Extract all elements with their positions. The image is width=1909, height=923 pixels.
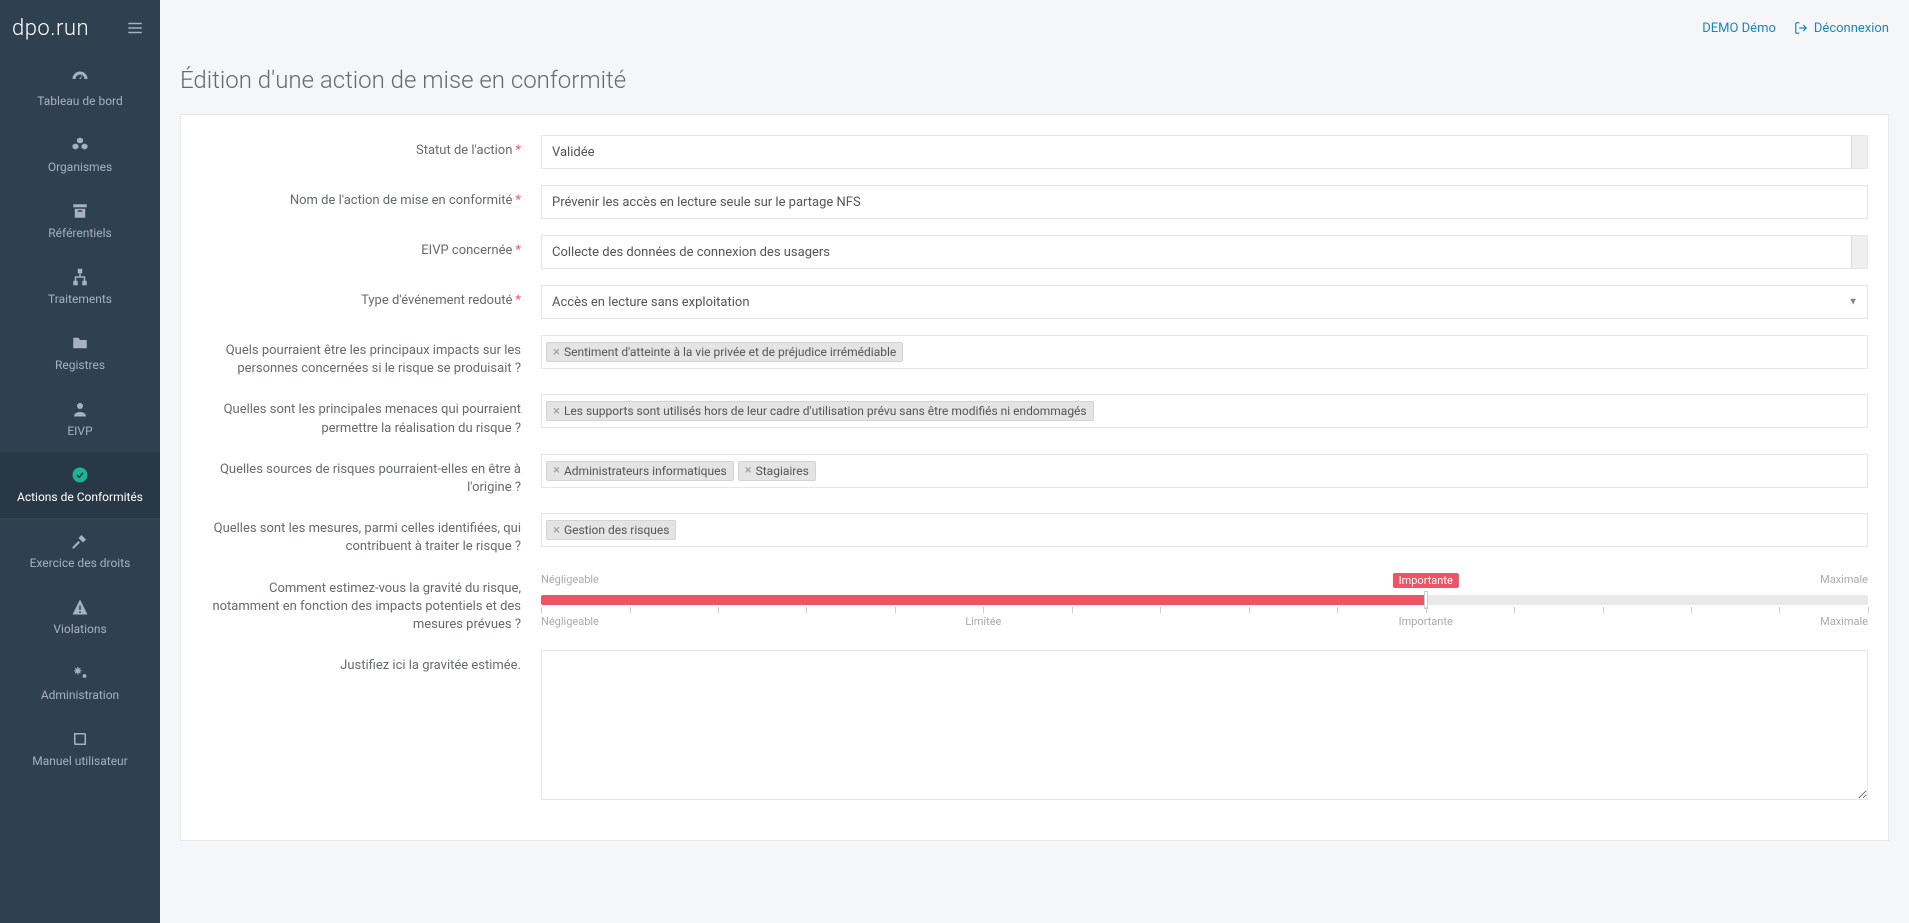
label-name: Nom de l'action de mise en conformité* (201, 185, 541, 210)
sidebar-item-violations[interactable]: Violations (0, 584, 160, 650)
nav-label: Organismes (48, 160, 112, 174)
content: Statut de l'action* Validée Nom de l'act… (160, 114, 1909, 923)
label-justify: Justifiez ici la gravitée estimée. (201, 650, 541, 675)
nav-label: Administration (41, 688, 119, 702)
label-impacts: Quels pourraient être les principaux imp… (201, 335, 541, 378)
main: DEMO Démo Déconnexion Édition d'une acti… (160, 0, 1909, 923)
eivp-select[interactable]: Collecte des données de connexion des us… (541, 235, 1868, 269)
row-threats: Quelles sont les principales menaces qui… (201, 394, 1868, 437)
sidebar: dpo.run Tableau de bord Organismes Référ… (0, 0, 160, 923)
sidebar-item-administration[interactable]: Administration (0, 650, 160, 716)
logout-link[interactable]: Déconnexion (1794, 21, 1889, 36)
book-icon (71, 730, 89, 748)
row-severity: Comment estimez-vous la gravité du risqu… (201, 573, 1868, 635)
sidebar-item-traitements[interactable]: Traitements (0, 254, 160, 320)
nav-label: Actions de Conformités (17, 490, 143, 504)
sources-tag-input[interactable]: ×Administrateurs informatiques ×Stagiair… (541, 454, 1868, 488)
measures-tag-input[interactable]: ×Gestion des risques (541, 513, 1868, 547)
event-type-value: Accès en lecture sans exploitation (552, 295, 750, 310)
label-threats: Quelles sont les principales menaces qui… (201, 394, 541, 437)
menu-toggle-button[interactable] (122, 15, 148, 41)
event-type-select[interactable]: Accès en lecture sans exploitation (541, 285, 1868, 319)
tag-remove[interactable]: × (745, 464, 752, 477)
user-link[interactable]: DEMO Démo (1702, 21, 1776, 36)
label-event-type: Type d'événement redouté* (201, 285, 541, 310)
sidebar-item-exercice-droits[interactable]: Exercice des droits (0, 518, 160, 584)
row-eivp: EIVP concernée* Collecte des données de … (201, 235, 1868, 269)
tag-remove[interactable]: × (553, 464, 560, 477)
sidebar-item-organismes[interactable]: Organismes (0, 122, 160, 188)
form-panel: Statut de l'action* Validée Nom de l'act… (180, 114, 1889, 841)
sidebar-item-registres[interactable]: Registres (0, 320, 160, 386)
slider-min-label: Négligeable (541, 573, 599, 586)
archive-icon (71, 202, 89, 220)
tag: ×Stagiaires (738, 461, 816, 481)
sidebar-item-actions-conformites[interactable]: Actions de Conformités (0, 452, 160, 518)
cogs-icon (71, 664, 89, 682)
slider-max-label: Maximale (1820, 573, 1868, 586)
sidebar-item-referentiels[interactable]: Référentiels (0, 188, 160, 254)
row-impacts: Quels pourraient être les principaux imp… (201, 335, 1868, 378)
row-status: Statut de l'action* Validée (201, 135, 1868, 169)
tag-remove[interactable]: × (553, 405, 560, 418)
nav-label: Exercice des droits (30, 556, 131, 570)
sidebar-item-manuel[interactable]: Manuel utilisateur (0, 716, 160, 782)
sidebar-nav: Tableau de bord Organismes Référentiels … (0, 56, 160, 782)
impacts-tag-input[interactable]: ×Sentiment d'atteinte à la vie privée et… (541, 335, 1868, 369)
tag: ×Les supports sont utilisés hors de leur… (546, 401, 1094, 421)
hamburger-icon (126, 19, 144, 37)
label-measures: Quelles sont les mesures, parmi celles i… (201, 513, 541, 556)
slider-track[interactable] (541, 595, 1868, 605)
nav-label: Référentiels (48, 226, 111, 240)
topbar: DEMO Démo Déconnexion (160, 0, 1909, 56)
sidebar-brand: dpo.run (0, 0, 160, 56)
justify-textarea[interactable] (541, 650, 1868, 800)
nav-label: Manuel utilisateur (32, 754, 128, 768)
page-title: Édition d'une action de mise en conformi… (180, 66, 1889, 94)
logout-label: Déconnexion (1814, 21, 1889, 36)
user-icon (71, 400, 89, 418)
label-severity: Comment estimez-vous la gravité du risqu… (201, 573, 541, 635)
slider-bottom-labels: Négligeable Limitée Importante Maximale (541, 615, 1868, 631)
row-name: Nom de l'action de mise en conformité* (201, 185, 1868, 219)
sidebar-item-dashboard[interactable]: Tableau de bord (0, 56, 160, 122)
nav-label: EIVP (67, 424, 92, 438)
slider-value-badge: Importante (1393, 573, 1459, 588)
warning-icon (71, 598, 89, 616)
dashboard-icon (71, 70, 89, 88)
slider-fill (541, 595, 1426, 605)
sitemap-icon (71, 268, 89, 286)
label-sources: Quelles sources de risques pourraient-el… (201, 454, 541, 497)
gavel-icon (71, 532, 89, 550)
tag-remove[interactable]: × (553, 346, 560, 359)
row-measures: Quelles sont les mesures, parmi celles i… (201, 513, 1868, 556)
logout-icon (1794, 21, 1808, 35)
tag: ×Gestion des risques (546, 520, 676, 540)
brand-logo: dpo.run (12, 16, 89, 41)
nav-label: Registres (55, 358, 105, 372)
check-circle-icon (71, 466, 89, 484)
slider-ticks (541, 607, 1868, 615)
cubes-icon (71, 136, 89, 154)
status-select[interactable]: Validée (541, 135, 1868, 169)
label-status: Statut de l'action* (201, 135, 541, 160)
row-justify: Justifiez ici la gravitée estimée. (201, 650, 1868, 804)
nav-label: Violations (53, 622, 106, 636)
sidebar-item-eivp[interactable]: EIVP (0, 386, 160, 452)
tag: ×Administrateurs informatiques (546, 461, 734, 481)
threats-tag-input[interactable]: ×Les supports sont utilisés hors de leur… (541, 394, 1868, 428)
row-event-type: Type d'événement redouté* Accès en lectu… (201, 285, 1868, 319)
name-input[interactable] (541, 185, 1868, 219)
folder-icon (71, 334, 89, 352)
tag-remove[interactable]: × (553, 524, 560, 537)
label-eivp: EIVP concernée* (201, 235, 541, 260)
nav-label: Traitements (48, 292, 112, 306)
nav-label: Tableau de bord (37, 94, 123, 108)
severity-slider[interactable]: Négligeable Maximale Importante (541, 573, 1868, 631)
page-header: Édition d'une action de mise en conformi… (160, 56, 1909, 114)
row-sources: Quelles sources de risques pourraient-el… (201, 454, 1868, 497)
tag: ×Sentiment d'atteinte à la vie privée et… (546, 342, 903, 362)
